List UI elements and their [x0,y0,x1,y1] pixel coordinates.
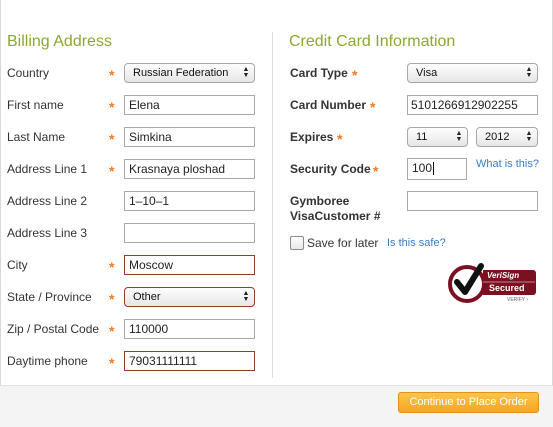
security-code-input[interactable]: 100 [407,158,467,180]
text-caret [433,162,435,176]
expires-year-select[interactable]: 2012 ▲ ▼ [476,127,538,147]
required-marker: * [109,163,115,179]
continue-to-place-order-button[interactable]: Continue to Place Order [398,392,539,413]
country-select-value: Russian Federation [133,67,229,79]
city-label: City [7,258,28,272]
required-marker: * [109,131,115,147]
security-code-label: Security Code [290,162,371,176]
save-for-later-label: Save for later [307,236,379,250]
card-number-label: Card Number [290,98,367,112]
state-province-select[interactable]: Other ▲ ▼ [124,287,255,307]
required-marker: * [352,67,358,83]
required-marker: * [109,355,115,371]
first-name-label: First name [7,98,64,112]
is-this-safe-link[interactable]: Is this safe? [387,237,446,249]
select-arrows-icon: ▲ ▼ [455,130,463,143]
required-marker: * [370,99,376,115]
card-type-select[interactable]: Visa ▲ ▼ [407,63,538,83]
required-marker: * [337,131,343,147]
verisign-secured-seal[interactable]: VeriSign Secured VERIFY › [447,260,539,308]
country-label: Country [7,66,50,80]
required-marker: * [373,163,379,179]
zip-postal-label: Zip / Postal Code [7,322,100,336]
address-line-3-input[interactable] [124,223,255,243]
address-line-2-input[interactable]: 1–10–1 [124,191,255,211]
state-province-label: State / Province [7,290,92,304]
expires-month-select[interactable]: 11 ▲ ▼ [407,127,468,147]
card-section-title: Credit Card Information [289,33,456,50]
card-type-label: Card Type [290,66,348,80]
security-code-value: 100 [412,161,433,175]
required-marker: * [109,259,115,275]
state-select-value: Other [133,291,161,303]
gymboree-customer-label: Gymboree VisaCustomer # [290,194,381,224]
verisign-seal-line1: VeriSign [487,271,520,280]
billing-section-title: Billing Address [7,33,112,50]
gymboree-customer-input[interactable] [407,191,538,211]
gymboree-label-line1: Gymboree [290,194,350,208]
first-name-input[interactable]: Elena [124,95,255,115]
gymboree-label-line2: VisaCustomer # [290,209,381,223]
card-number-input[interactable]: 5101266912902255 [407,95,538,115]
card-type-value: Visa [416,67,438,79]
select-arrows-icon: ▲ ▼ [525,66,533,79]
security-code-help-link[interactable]: What is this? [476,158,539,170]
daytime-phone-input[interactable]: 79031111111 [124,351,255,371]
select-arrows-icon: ▲ ▼ [242,66,250,79]
required-marker: * [109,323,115,339]
expires-year-value: 2012 [485,131,510,143]
required-marker: * [109,99,115,115]
save-for-later-checkbox[interactable] [290,236,304,250]
select-arrows-icon: ▲ ▼ [525,130,533,143]
last-name-label: Last Name [7,130,66,144]
city-input[interactable]: Moscow [124,255,255,275]
country-select[interactable]: Russian Federation ▲ ▼ [124,63,255,83]
address-line-1-input[interactable]: Krasnaya ploshad [124,159,255,179]
address-line-2-label: Address Line 2 [7,194,88,208]
daytime-phone-label: Daytime phone [7,354,88,368]
verisign-seal-line2: Secured [489,283,525,293]
expires-label: Expires [290,130,334,144]
select-arrows-icon: ▲ ▼ [242,290,250,303]
last-name-input[interactable]: Simkina [124,127,255,147]
required-marker: * [109,67,115,83]
address-line-3-label: Address Line 3 [7,226,88,240]
required-marker: * [109,291,115,307]
address-line-1-label: Address Line 1 [7,162,88,176]
verisign-seal-line3: VERIFY › [507,297,529,303]
zip-postal-input[interactable]: 110000 [124,319,255,339]
column-divider [272,32,273,378]
expires-month-value: 11 [416,131,428,143]
